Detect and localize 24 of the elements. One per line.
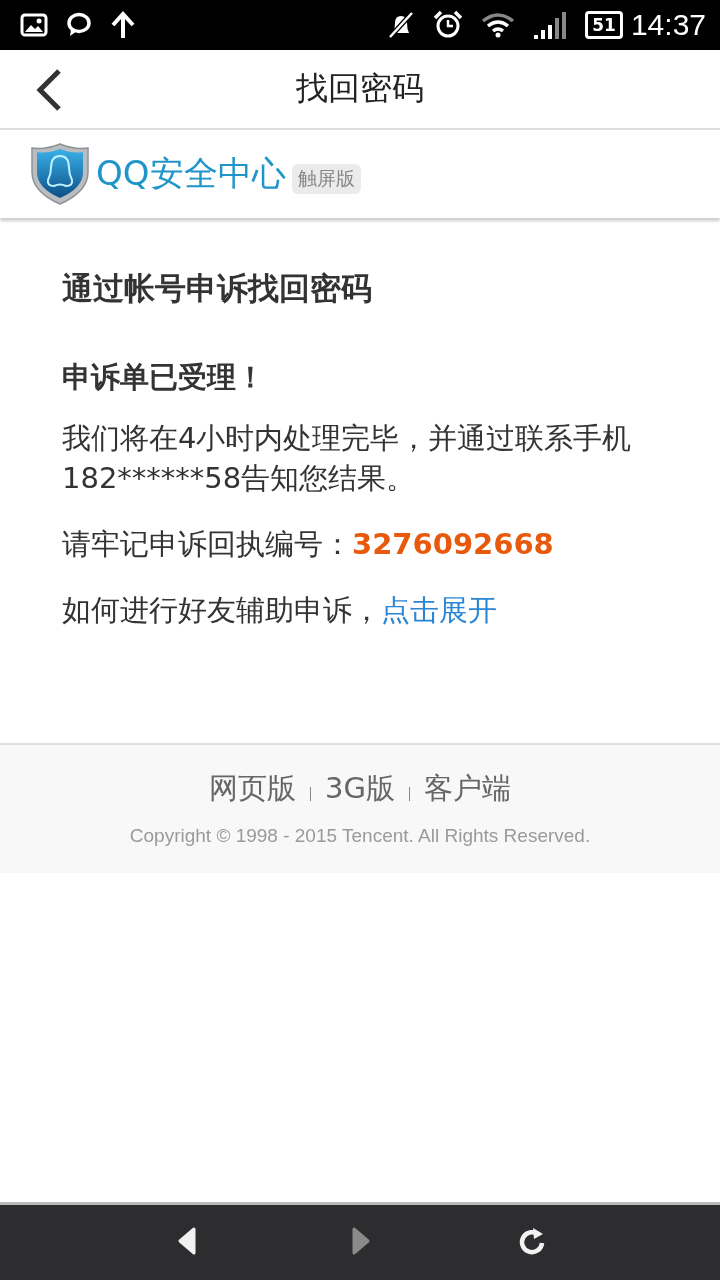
chat-bubble-icon [66, 12, 92, 38]
shield-icon [30, 142, 90, 206]
footer-link[interactable]: 客户端 [423, 769, 511, 809]
expand-link[interactable]: 点击展开 [381, 593, 497, 627]
copyright-text: Copyright © 1998 - 2015 Tencent. All Rights Reserved. [129, 825, 591, 847]
receipt-text: 请牢记申诉回执编号：3276092668 [62, 526, 555, 563]
section-heading: 通过帐号申诉找回密码 [62, 269, 373, 308]
wifi-icon [481, 12, 516, 38]
brand-name: QQ安全中心 [96, 152, 286, 195]
battery-indicator: 51 [585, 11, 623, 39]
edition-badge: 触屏版 [291, 164, 361, 194]
message-text: 我们将在4小时内处理完毕，并通过联系手机182******58告知您结果。 [62, 420, 633, 497]
status-heading: 申诉单已受理！ [62, 359, 266, 396]
footer-link[interactable]: 3G版 [325, 769, 395, 809]
footer-link[interactable]: 网页版 [209, 769, 297, 809]
image-icon [20, 13, 48, 37]
upload-arrow-icon [110, 11, 136, 39]
muted-bell-icon [387, 11, 416, 39]
help-text: 如何进行好友辅助申诉，点击展开 [62, 592, 498, 629]
page-title: 找回密码 [296, 68, 424, 109]
alarm-clock-icon [433, 10, 464, 40]
back-chevron-icon [34, 68, 64, 112]
signal-icon [533, 10, 568, 40]
clock-time: 14:37 [630, 8, 706, 42]
